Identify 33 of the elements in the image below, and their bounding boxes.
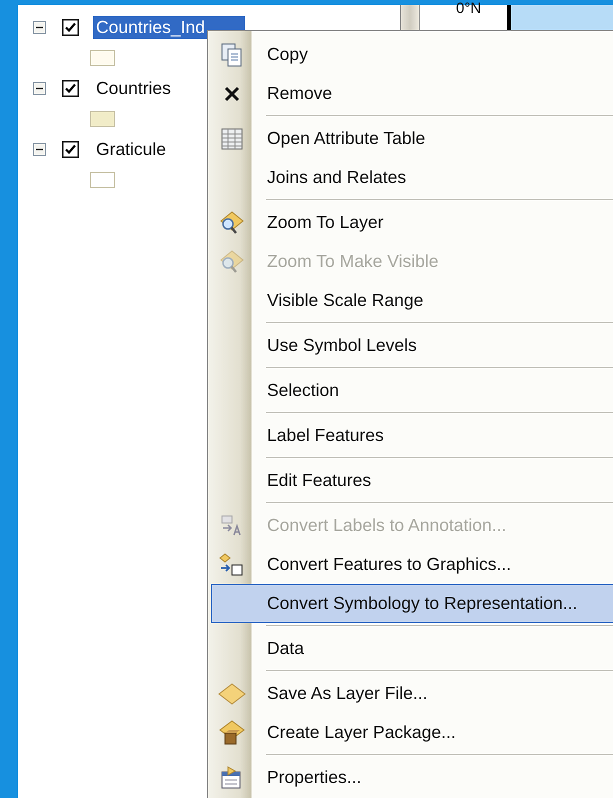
collapse-icon[interactable] xyxy=(33,143,46,156)
collapse-icon[interactable] xyxy=(33,82,46,95)
layer-name[interactable]: Graticule xyxy=(93,138,170,161)
menu-item[interactable]: Save As Layer File... xyxy=(211,674,613,713)
layer-name[interactable]: Countries xyxy=(93,77,174,100)
convert-graphics-icon xyxy=(219,552,245,576)
table-icon xyxy=(221,128,243,150)
menu-item[interactable]: Create Layer Package... xyxy=(211,713,613,752)
menu-item[interactable]: Properties... xyxy=(211,758,613,797)
menu-item[interactable]: Open Attribute Table xyxy=(211,119,613,158)
menu-item[interactable]: Visible Scale Range xyxy=(211,281,613,320)
menu-item[interactable]: Convert Symbology to Representation... xyxy=(211,584,613,623)
zoom-icon xyxy=(219,210,245,236)
collapse-icon[interactable] xyxy=(33,21,46,34)
menu-item[interactable]: Data xyxy=(211,629,613,668)
menu-item[interactable]: Label Features xyxy=(211,416,613,455)
package-icon xyxy=(219,720,245,746)
menu-item[interactable]: Selection xyxy=(211,371,613,410)
layer-name[interactable]: Countries_Ind xyxy=(93,16,245,39)
layer-checkbox[interactable] xyxy=(62,80,79,97)
menu-item[interactable]: Use Symbol Levels xyxy=(211,326,613,365)
menu-item[interactable]: Edit Features xyxy=(211,461,613,500)
menu-item[interactable]: Convert Features to Graphics... xyxy=(211,545,613,584)
close-icon xyxy=(224,86,240,102)
diamond-icon xyxy=(218,682,246,704)
menu-item[interactable]: Zoom To Layer xyxy=(211,203,613,242)
menu-item[interactable]: Joins and Relates xyxy=(211,158,613,197)
menu-item[interactable]: Remove xyxy=(211,74,613,113)
latitude-label: 0°N xyxy=(456,0,482,17)
layer-checkbox[interactable] xyxy=(62,141,79,158)
zoom-disabled-icon xyxy=(219,248,245,274)
layer-checkbox[interactable] xyxy=(62,19,79,36)
copy-icon xyxy=(221,42,243,66)
